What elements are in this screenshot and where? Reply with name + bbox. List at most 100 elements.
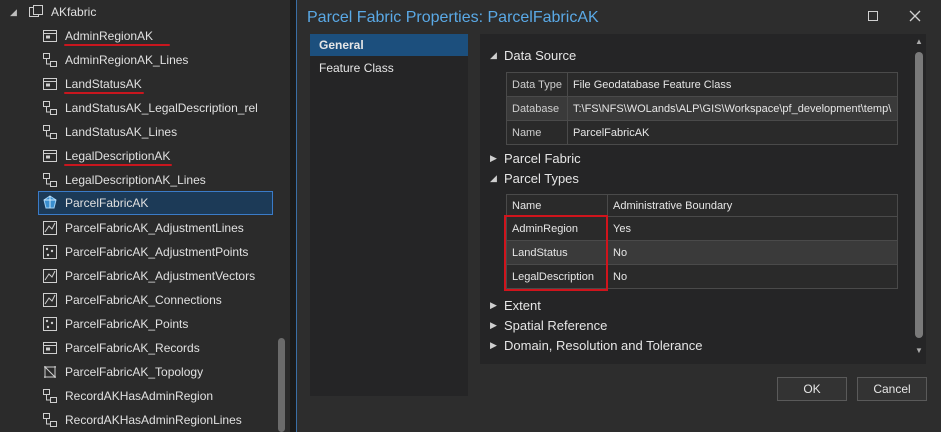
table-cell-key: Name [506, 120, 568, 145]
table-icon [42, 76, 58, 92]
ok-button[interactable]: OK [777, 377, 847, 401]
tree-item-label: ParcelFabricAK_AdjustmentLines [65, 221, 244, 235]
table-cell-value: T:\FS\NFS\WOLands\ALP\GIS\Workspace\pf_d… [566, 96, 899, 121]
relationship-icon [42, 412, 58, 428]
nav-item-general[interactable]: General [310, 34, 468, 56]
tree-item-label: LandStatusAK_LegalDescription_rel [65, 101, 258, 115]
tree-item[interactable]: ParcelFabricAK_Connections [42, 288, 222, 312]
tree-item-label: ParcelFabricAK_Points [65, 317, 189, 331]
close-icon[interactable] [907, 8, 923, 24]
scroll-down-arrow-icon[interactable]: ▼ [913, 346, 925, 358]
chevron-right-icon: ▶ [490, 339, 497, 350]
tree-item[interactable]: AdminRegionAK_Lines [42, 48, 188, 72]
relationship-icon [42, 388, 58, 404]
table-cell-key: Data Type [506, 72, 568, 97]
relationship-icon [42, 100, 58, 116]
tree-item-label: ParcelFabricAK_AdjustmentVectors [65, 269, 256, 283]
point-feature-icon [42, 316, 58, 332]
table-icon [42, 148, 58, 164]
table-cell-value: File Geodatabase Feature Class [566, 72, 899, 97]
section-title: Extent [504, 297, 541, 313]
section-domain-resolution-tolerance[interactable]: ▶ Domain, Resolution and Tolerance [490, 336, 703, 354]
tree-item[interactable]: ParcelFabricAK_AdjustmentVectors [42, 264, 255, 288]
point-feature-icon [42, 244, 58, 260]
section-spatial-reference[interactable]: ▶ Spatial Reference [490, 316, 607, 334]
section-title: Domain, Resolution and Tolerance [504, 337, 703, 353]
table-cell-admin[interactable]: No [607, 240, 898, 265]
scroll-up-arrow-icon[interactable]: ▲ [913, 37, 925, 49]
maximize-icon[interactable] [865, 8, 881, 24]
chevron-right-icon: ▶ [490, 299, 497, 310]
tree-item-label: ParcelFabricAK_Topology [65, 365, 204, 379]
table-row: Data Type File Geodatabase Feature Class [506, 72, 899, 97]
section-parcel-types[interactable]: ◢ Parcel Types [490, 169, 579, 187]
tree-item-label: LandStatusAK [65, 77, 142, 91]
tree-root-akfabric[interactable]: ◢ AKfabric [10, 0, 96, 24]
section-title: Spatial Reference [504, 317, 608, 333]
parcel-fabric-properties-dialog: Parcel Fabric Properties: ParcelFabricAK… [296, 0, 941, 432]
tree-item[interactable]: ParcelFabricAK_AdjustmentPoints [42, 240, 248, 264]
dialog-titlebar[interactable]: Parcel Fabric Properties: ParcelFabricAK [297, 0, 941, 34]
section-extent[interactable]: ▶ Extent [490, 296, 541, 314]
topology-icon [42, 364, 58, 380]
table-cell-admin[interactable]: No [607, 264, 898, 289]
column-header-name: Name [506, 194, 608, 217]
parcel-fabric-icon [42, 195, 58, 211]
table-header-row: Name Administrative Boundary [506, 194, 898, 217]
line-feature-icon [42, 220, 58, 236]
red-underline [64, 92, 144, 94]
table-icon [42, 340, 58, 356]
section-title: Parcel Types [504, 170, 579, 186]
tree-item-label: LandStatusAK_Lines [65, 125, 178, 139]
tree-item[interactable]: LandStatusAK_Lines [42, 120, 177, 144]
table-row: Name ParcelFabricAK [506, 120, 899, 145]
tree-item-label: RecordAKHasAdminRegionLines [65, 413, 242, 427]
tree-item-label: RecordAKHasAdminRegion [65, 389, 214, 403]
tree-item[interactable]: ParcelFabricAK_AdjustmentLines [42, 216, 244, 240]
table-cell-value: ParcelFabricAK [566, 120, 899, 145]
dialog-title: Parcel Fabric Properties: ParcelFabricAK [307, 9, 599, 26]
tree-item[interactable]: ParcelFabricAK_Records [42, 336, 200, 360]
tree-item[interactable]: RecordAKHasAdminRegion [42, 384, 213, 408]
expand-triangle-icon[interactable]: ◢ [10, 7, 20, 18]
tree-item-label: LegalDescriptionAK_Lines [65, 173, 206, 187]
chevron-right-icon: ▶ [490, 319, 497, 330]
tree-item[interactable]: RecordAKHasAdminRegionLines [42, 408, 242, 432]
relationship-icon [42, 172, 58, 188]
tree-item-label: AdminRegionAK_Lines [65, 53, 189, 67]
tree-item-label: AdminRegionAK [65, 29, 154, 43]
relationship-icon [42, 52, 58, 68]
tree-item[interactable]: LegalDescriptionAK_Lines [42, 168, 206, 192]
property-content-pane: ◢ Data Source Data Type File Geodatabase… [480, 34, 926, 364]
tree-item[interactable]: ParcelFabricAK_Points [42, 312, 188, 336]
chevron-down-icon: ◢ [490, 49, 497, 60]
tree-item[interactable]: LandStatusAK_LegalDescription_rel [42, 96, 258, 120]
chevron-down-icon: ◢ [490, 172, 497, 183]
tree-root-label: AKfabric [51, 5, 97, 19]
tree-item-label: LegalDescriptionAK [65, 149, 171, 163]
cancel-button[interactable]: Cancel [857, 377, 927, 401]
red-underline [64, 44, 170, 46]
catalog-tree: ◢ AKfabric AdminRegionAK AdminRegionAK_Li… [0, 0, 290, 432]
tree-item-label: ParcelFabricAK_Records [65, 341, 200, 355]
tree-item[interactable]: ParcelFabricAK [38, 191, 273, 215]
red-highlight-box [504, 215, 608, 291]
table-cell-admin[interactable]: Yes [607, 216, 898, 241]
relationship-icon [42, 124, 58, 140]
table-row: Database T:\FS\NFS\WOLands\ALP\GIS\Works… [506, 96, 899, 121]
column-header-admin: Administrative Boundary [607, 194, 898, 217]
chevron-right-icon: ▶ [490, 152, 497, 163]
tree-item-label: ParcelFabricAK [65, 196, 149, 210]
red-underline [64, 164, 172, 166]
table-cell-key: Database [506, 96, 568, 121]
tree-item[interactable]: ParcelFabricAK_Topology [42, 360, 203, 384]
nav-item-feature-class[interactable]: Feature Class [310, 57, 468, 79]
content-scrollbar-thumb[interactable] [915, 52, 923, 338]
section-parcel-fabric[interactable]: ▶ Parcel Fabric [490, 149, 581, 167]
tree-item-label: ParcelFabricAK_Connections [65, 293, 222, 307]
tree-item-label: ParcelFabricAK_AdjustmentPoints [65, 245, 249, 259]
section-title: Parcel Fabric [504, 150, 581, 166]
section-data-source[interactable]: ◢ Data Source [490, 46, 576, 64]
tree-scrollbar-thumb[interactable] [278, 338, 285, 432]
section-title: Data Source [504, 47, 577, 63]
